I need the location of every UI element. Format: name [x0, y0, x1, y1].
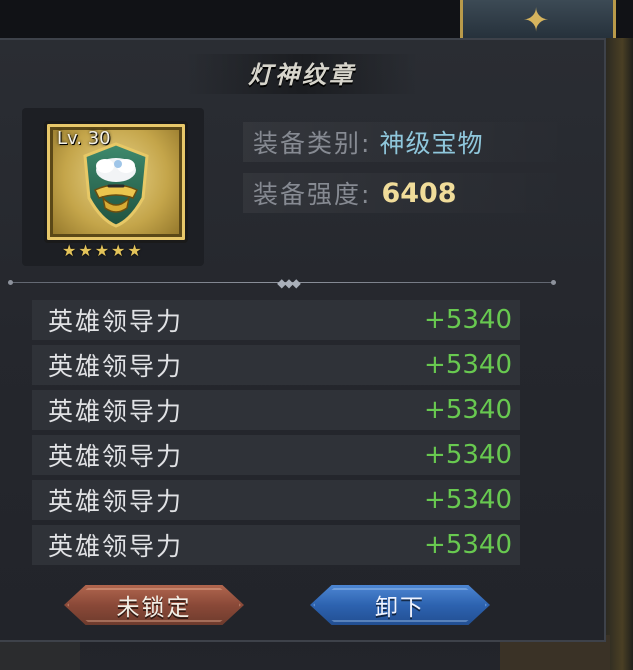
equipment-type-row: 装备类别: 神级宝物: [243, 122, 573, 162]
stat-value: +5340: [424, 440, 512, 470]
equipment-type-value: 神级宝物: [379, 129, 484, 158]
lock-toggle-button[interactable]: 未锁定: [64, 585, 244, 625]
dialog-title: 灯神纹章: [248, 60, 356, 89]
stat-name: 英雄领导力: [48, 487, 184, 516]
star-emblem-icon: ✦: [522, 1, 550, 39]
divider-end-dot: [551, 280, 556, 285]
background-bottom-left: [0, 640, 80, 670]
equipment-power-row: 装备强度: 6408: [243, 173, 573, 213]
equipment-type-label: 装备类别:: [253, 129, 372, 158]
game-scene: ✦ 灯神纹章 Lv. 30 ★★★★★ 装备类别: 神级宝物 装备强度: 640…: [0, 0, 633, 670]
stat-row: 英雄领导力 +5340: [32, 435, 520, 475]
genie-lamp-emblem-icon: [83, 142, 149, 228]
background-emblem: ✦: [460, 0, 616, 40]
stat-value: +5340: [424, 395, 512, 425]
stat-row: 英雄领导力 +5340: [32, 300, 520, 340]
stat-value: +5340: [424, 350, 512, 380]
stat-name: 英雄领导力: [48, 442, 184, 471]
stat-value: +5340: [424, 530, 512, 560]
equipment-detail-panel: 灯神纹章 Lv. 30 ★★★★★ 装备类别: 神级宝物 装备强度: 6408 …: [0, 38, 606, 642]
stat-name: 英雄领导力: [48, 352, 184, 381]
title-bar: 灯神纹章: [0, 40, 604, 104]
stat-name: 英雄领导力: [48, 397, 184, 426]
stat-name: 英雄领导力: [48, 532, 184, 561]
stat-row: 英雄领导力 +5340: [32, 480, 520, 520]
background-side-panel: [606, 38, 633, 670]
divider-ornament-icon: ◆◆◆: [277, 276, 301, 290]
divider-end-dot: [8, 280, 13, 285]
stat-list: 英雄领导力 +5340 英雄领导力 +5340 英雄领导力 +5340 英雄领导…: [32, 300, 520, 570]
item-icon-card[interactable]: Lv. 30: [44, 121, 188, 243]
stat-row: 英雄领导力 +5340: [32, 525, 520, 565]
stat-row: 英雄领导力 +5340: [32, 345, 520, 385]
stat-value: +5340: [424, 485, 512, 515]
section-divider: ◆◆◆: [8, 276, 556, 290]
lock-button-label: 未锁定: [116, 595, 192, 621]
item-star-rating: ★★★★★: [62, 241, 144, 260]
unequip-button-label: 卸下: [375, 595, 425, 621]
item-icon-frame[interactable]: Lv. 30 ★★★★★: [22, 108, 204, 266]
equipment-power-label: 装备强度:: [253, 180, 372, 209]
stat-name: 英雄领导力: [48, 307, 184, 336]
unequip-button[interactable]: 卸下: [310, 585, 490, 625]
stat-value: +5340: [424, 305, 512, 335]
stat-row: 英雄领导力 +5340: [32, 390, 520, 430]
equipment-power-value: 6408: [381, 177, 457, 209]
